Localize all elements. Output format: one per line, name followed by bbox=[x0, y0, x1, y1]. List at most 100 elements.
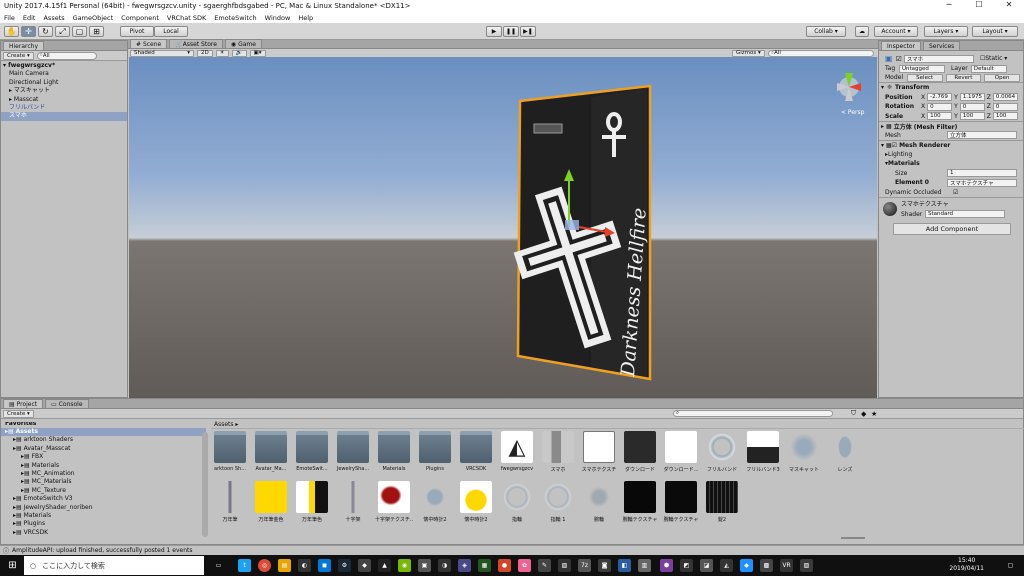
static-dropdown[interactable]: Static ▾ bbox=[985, 55, 1007, 62]
maximize-button[interactable]: ☐ bbox=[964, 0, 994, 9]
folder-tree-item[interactable]: ▸▤ EmoteSwitch V3 bbox=[1, 495, 206, 503]
favorite-star-icon[interactable]: ★ bbox=[871, 410, 877, 418]
menu-5[interactable]: VRChat SDK bbox=[167, 14, 206, 22]
filter-label-icon[interactable]: ◆ bbox=[861, 410, 866, 418]
app-icon-2[interactable]: ◆ bbox=[358, 559, 371, 572]
folder-tree-item[interactable]: ▸▤ FBX bbox=[1, 453, 206, 461]
scale-tool-icon[interactable]: ⤢ bbox=[55, 26, 70, 37]
asset-tile[interactable]: EmoteSwit... bbox=[293, 431, 331, 472]
materials-foldout[interactable]: ▾ Materials bbox=[879, 159, 1023, 169]
lighting-icon[interactable]: ☀ bbox=[215, 49, 229, 57]
app-icon-7[interactable]: ▦ bbox=[478, 559, 491, 572]
hierarchy-search-input[interactable]: ⌕ All bbox=[36, 51, 97, 60]
unity-icon[interactable]: ◭ bbox=[720, 559, 733, 572]
asset-tile[interactable]: スマホ bbox=[539, 431, 577, 473]
app-icon-6[interactable]: ◈ bbox=[458, 559, 471, 572]
app-icon-8[interactable]: ● bbox=[498, 559, 511, 572]
shading-mode-dropdown[interactable]: Shaded ▾ bbox=[130, 49, 194, 57]
folder-tree-item[interactable]: ▸▤ Materials bbox=[1, 462, 206, 470]
zoom-slider[interactable] bbox=[841, 537, 865, 539]
asset-tile[interactable]: 万年筆金色 bbox=[252, 481, 290, 523]
folder-tree-item[interactable]: ▸▤ MC_Animation bbox=[1, 470, 206, 478]
asset-tile[interactable]: 懐中時計2 bbox=[457, 481, 495, 523]
tab-hierarchy[interactable]: Hierarchy bbox=[3, 41, 45, 50]
menu-0[interactable]: File bbox=[4, 14, 15, 22]
position-field[interactable]: 1.1975 bbox=[959, 93, 985, 102]
tag-dropdown[interactable]: Untagged bbox=[899, 64, 945, 73]
app-icon-10[interactable]: ✎ bbox=[538, 559, 551, 572]
app-icon-11[interactable]: ▧ bbox=[558, 559, 571, 572]
menu-8[interactable]: Help bbox=[298, 14, 313, 22]
twitter-icon[interactable]: t bbox=[238, 559, 251, 572]
pivot-toggle[interactable]: Pivot bbox=[120, 26, 154, 37]
folder-tree-item[interactable]: ▸▤ Plugins bbox=[1, 520, 206, 528]
scale-field[interactable]: 100 bbox=[927, 112, 953, 121]
lighting-foldout[interactable]: ▸ Lighting bbox=[879, 150, 1023, 160]
file-explorer-icon[interactable]: ▤ bbox=[278, 559, 291, 572]
task-view-icon[interactable]: ▭ bbox=[212, 559, 225, 572]
asset-tile[interactable]: フリルバンド3 bbox=[744, 431, 782, 473]
asset-tile[interactable]: ダウンロード bbox=[621, 431, 659, 473]
hierarchy-item[interactable]: Directional Light bbox=[1, 79, 127, 87]
object-name-field[interactable]: スマホ bbox=[903, 54, 974, 63]
project-create-button[interactable]: Create ▾ bbox=[3, 409, 34, 418]
asset-tile[interactable]: arktoon Sh... bbox=[211, 431, 249, 472]
cloud-icon[interactable]: ☁ bbox=[855, 26, 869, 37]
folder-tree-item[interactable]: ▸▤ MC_Materials bbox=[1, 478, 206, 486]
asset-tile[interactable]: VRCSDK bbox=[457, 431, 495, 472]
asset-tile[interactable]: 腕輪テクスチャ bbox=[662, 481, 700, 523]
asset-tile[interactable]: 腕輪 bbox=[580, 481, 618, 523]
asset-tile[interactable]: 十字架テクスチ... bbox=[375, 481, 413, 523]
asset-tile[interactable]: Plugins bbox=[416, 431, 454, 472]
clock-date[interactable]: 2019/04/11 bbox=[949, 565, 984, 573]
layout-dropdown[interactable]: Layout ▾ bbox=[972, 26, 1018, 37]
rotation-field[interactable]: 0 bbox=[959, 102, 985, 111]
add-component-button[interactable]: Add Component bbox=[893, 223, 1011, 235]
folder-tree-item[interactable]: ▸▤ arktoon Shaders bbox=[1, 436, 206, 444]
folder-tree-item[interactable]: ▸▤ Avatar_Masscat bbox=[1, 445, 206, 453]
asset-tile[interactable]: JewelrySha... bbox=[334, 431, 372, 472]
collab-button[interactable]: Collab ▾ bbox=[806, 26, 846, 37]
active-checkbox[interactable]: ☑ bbox=[896, 55, 902, 63]
effects-icon[interactable]: ▣▾ bbox=[249, 49, 266, 57]
menu-6[interactable]: EmoteSwitch bbox=[214, 14, 256, 22]
menu-4[interactable]: Component bbox=[121, 14, 159, 22]
local-toggle[interactable]: Local bbox=[154, 26, 188, 37]
tab-console[interactable]: ▭ Console bbox=[45, 399, 89, 408]
menu-2[interactable]: Assets bbox=[43, 14, 64, 22]
size-field[interactable]: 1 bbox=[947, 169, 1017, 178]
hierarchy-item[interactable]: フリルバンド bbox=[1, 104, 127, 112]
rotation-field[interactable]: 0 bbox=[927, 102, 953, 111]
position-field[interactable]: 0.0064 bbox=[992, 93, 1018, 102]
breadcrumb[interactable]: Assets ▸ bbox=[211, 420, 1024, 429]
app-icon-5[interactable]: ◑ bbox=[438, 559, 451, 572]
app-icon-14[interactable]: ◧ bbox=[618, 559, 631, 572]
folder-tree-item[interactable]: ▸▤ VRCSDK bbox=[1, 529, 206, 537]
model-open-button[interactable]: Open bbox=[984, 73, 1020, 82]
folder-tree-item[interactable]: ▸▤ JewelryShader_noriben bbox=[1, 504, 206, 512]
menu-7[interactable]: Window bbox=[265, 14, 291, 22]
nvidia-icon[interactable]: ◉ bbox=[398, 559, 411, 572]
position-field[interactable]: -2.769 bbox=[927, 93, 953, 102]
app-icon-17[interactable]: ◩ bbox=[680, 559, 693, 572]
hierarchy-item[interactable]: スマホ bbox=[1, 112, 127, 121]
tab-services[interactable]: Services bbox=[923, 41, 961, 50]
folder-tree-item[interactable]: ▸▤ Assets bbox=[1, 428, 206, 437]
scene-viewport[interactable]: Darkness Hellfire < Persp bbox=[129, 57, 877, 398]
play-button[interactable]: ▶ bbox=[486, 26, 502, 37]
tab-inspector[interactable]: Inspector bbox=[881, 41, 921, 50]
rotation-field[interactable]: 0 bbox=[992, 102, 1018, 111]
project-search-input[interactable]: ⌕ bbox=[673, 410, 833, 417]
layer-dropdown[interactable]: Default bbox=[970, 64, 1007, 73]
taskbar-search-input[interactable]: ○ ここに入力して検索 bbox=[24, 556, 204, 575]
asset-tile[interactable]: Materials bbox=[375, 431, 413, 472]
asset-tile[interactable]: 錠2 bbox=[703, 481, 741, 523]
hierarchy-create-button[interactable]: Create ▾ bbox=[3, 51, 34, 60]
asset-tile[interactable]: マスキャット bbox=[785, 431, 823, 473]
element-field[interactable]: スマホテクスチャ bbox=[947, 178, 1017, 187]
asset-tile[interactable]: レンズ bbox=[826, 431, 864, 473]
mesh-renderer-header[interactable]: ▾ ▦☑ Mesh Renderer bbox=[879, 140, 1023, 150]
phone-model[interactable]: Darkness Hellfire bbox=[499, 84, 652, 381]
mesh-field[interactable]: 立方体 bbox=[947, 131, 1017, 140]
app-icon-12[interactable]: 7z bbox=[578, 559, 591, 572]
